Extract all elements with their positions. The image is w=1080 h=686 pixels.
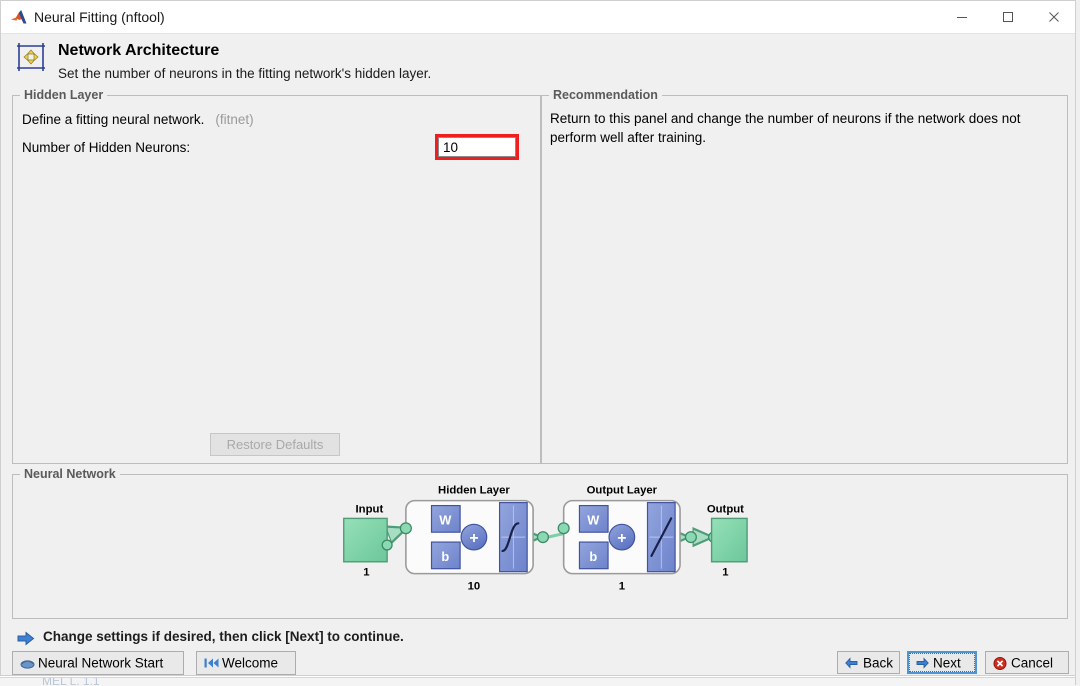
recommendation-group-title: Recommendation (549, 88, 662, 102)
recommendation-text: Return to this panel and change the numb… (550, 111, 1021, 145)
left-arrow-icon (845, 656, 860, 669)
minimize-icon[interactable] (939, 1, 985, 33)
cancel-button[interactable]: Cancel (985, 651, 1069, 674)
page-subtitle: Set the number of neurons in the fitting… (58, 66, 432, 81)
next-button[interactable]: Next (907, 651, 977, 674)
hidden-neurons-input[interactable] (438, 137, 516, 157)
title-bar: Neural Fitting (nftool) (1, 1, 1077, 34)
right-arrow-icon (916, 656, 931, 669)
back-label: Back (863, 655, 894, 670)
page-header: Network Architecture Set the number of n… (1, 34, 1077, 86)
output-label: Output (707, 503, 744, 515)
neurons-field-highlight (435, 134, 519, 160)
input-block (343, 517, 388, 563)
hidden-entry-node (399, 522, 412, 535)
output-sum-label: + (617, 530, 626, 547)
welcome-button[interactable]: Welcome (196, 651, 296, 675)
define-network-label: Define a fitting neural network. (22, 112, 205, 127)
input-label: Input (356, 503, 384, 515)
rewind-icon (204, 657, 219, 670)
neurons-label: Number of Hidden Neurons: (22, 140, 191, 155)
define-network-text: Define a fitting neural network. (fitnet) (22, 112, 254, 127)
recommendation-panel: Recommendation Return to this panel and … (541, 88, 1068, 464)
hidden-bias-label: b (441, 549, 449, 564)
page-title: Network Architecture (58, 42, 220, 59)
hidden-layer-group-title: Hidden Layer (20, 88, 108, 102)
network-architecture-diagram: Input 1 Hidden Layer W b + 10 Output Lay… (343, 485, 748, 592)
maximize-icon[interactable] (985, 1, 1031, 33)
neural-network-panel: Neural Network Input 1 Hidden Layer W b … (12, 467, 1068, 619)
output-bias-label: b (589, 549, 597, 564)
blue-right-arrow-icon (17, 631, 35, 646)
output-exit-node (684, 531, 697, 544)
output-entry-node (557, 522, 570, 535)
close-icon[interactable] (1031, 1, 1077, 33)
nftool-window: Neural Fitting (nftool) Network Architec… (0, 0, 1078, 676)
fitnet-function-label: (fitnet) (215, 112, 254, 127)
output-layer-size: 1 (619, 580, 625, 592)
hidden-layer-size: 10 (468, 580, 481, 592)
hidden-layer-panel: Hidden Layer Define a fitting neural net… (12, 88, 541, 464)
window-right-edge (1075, 0, 1080, 685)
output-size: 1 (722, 567, 728, 579)
hidden-layer-label: Hidden Layer (438, 485, 510, 497)
neural-network-start-label: Neural Network Start (38, 655, 164, 671)
hint-text: Change settings if desired, then click [… (43, 629, 404, 644)
output-weight-label: W (587, 512, 600, 527)
output-layer-label: Output Layer (587, 485, 658, 497)
cancel-icon (993, 656, 1008, 670)
window-title: Neural Fitting (nftool) (34, 9, 165, 25)
cancel-label: Cancel (1011, 655, 1054, 670)
back-button[interactable]: Back (837, 651, 900, 674)
welcome-label: Welcome (222, 655, 279, 671)
matlab-logo-icon (10, 9, 28, 26)
hidden-weight-label: W (439, 512, 452, 527)
nn-start-icon (20, 657, 35, 670)
hidden-sum-label: + (469, 530, 478, 547)
input-size: 1 (363, 567, 369, 579)
output-block (710, 517, 748, 563)
hidden-exit-node (536, 531, 550, 544)
restore-defaults-button[interactable]: Restore Defaults (210, 433, 340, 456)
next-label: Next (933, 655, 961, 670)
network-architecture-icon (14, 40, 48, 74)
input-node (381, 539, 393, 551)
neural-network-start-button[interactable]: Neural Network Start (12, 651, 184, 675)
